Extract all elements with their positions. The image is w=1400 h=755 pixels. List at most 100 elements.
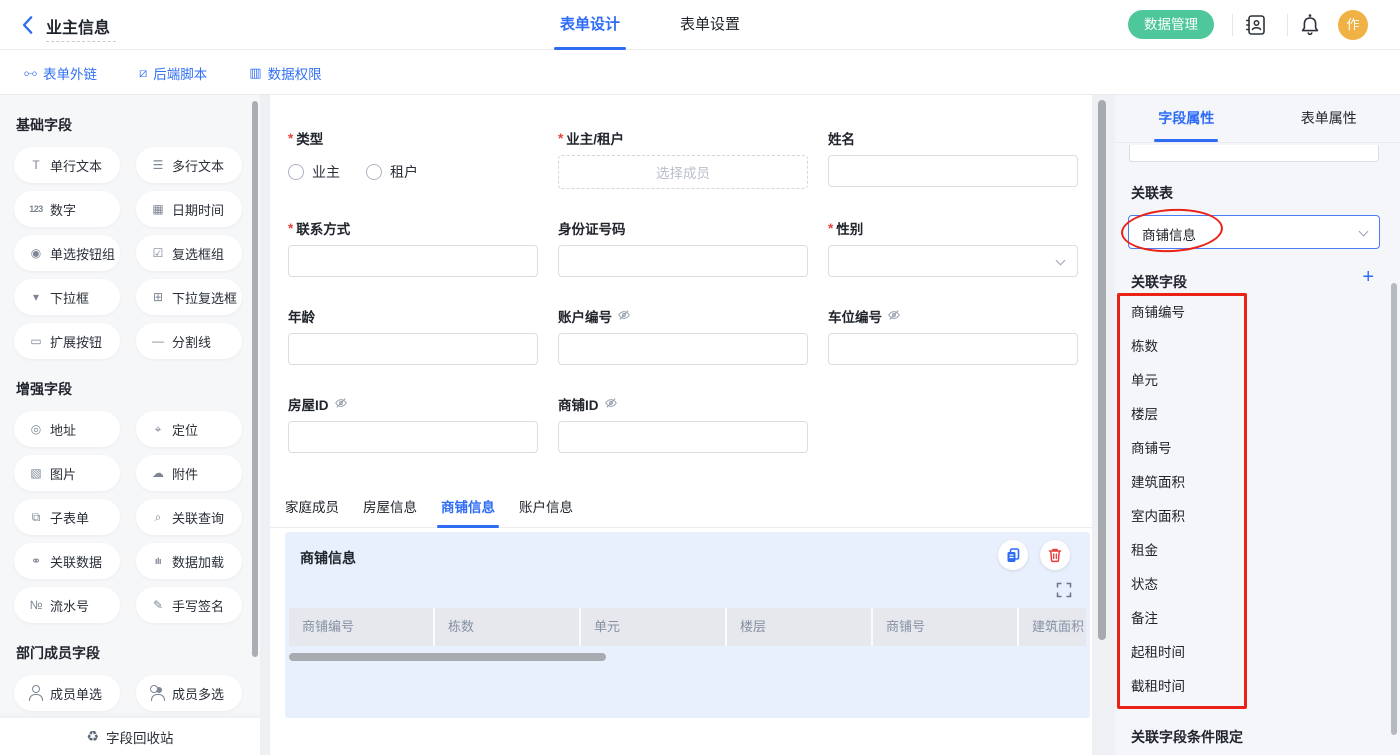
- toolbar-link[interactable]: ⧟ 表单外链: [24, 63, 97, 83]
- related-field-item[interactable]: 商铺号: [1131, 432, 1185, 466]
- field-type-button[interactable]: ◎ 地址: [14, 411, 120, 447]
- field-library-sidebar: 基础字段 T 单行文本 ☰ 多行文本 123 数字 ▦ 日期时间 ◉ 单选按钮组…: [0, 95, 260, 755]
- related-field-item[interactable]: 商铺编号: [1131, 296, 1185, 330]
- field-recycle-bin[interactable]: ♻ 字段回收站: [0, 718, 260, 755]
- form-field[interactable]: *房屋ID: [288, 393, 538, 453]
- form-field[interactable]: *性别: [828, 217, 1078, 277]
- notification-bell-icon[interactable]: [1297, 12, 1323, 38]
- field-label: 业主/租户: [566, 128, 624, 148]
- radio-circle-icon[interactable]: [366, 164, 382, 180]
- field-type-button[interactable]: 123 数字: [14, 191, 120, 227]
- checkbox-group-icon: ☑: [149, 246, 167, 260]
- subform-widget-selected[interactable]: 商铺信息 商铺编号栋数单元楼层商铺号建筑面积: [285, 532, 1090, 718]
- clipped-input-field[interactable]: [1129, 145, 1379, 162]
- text-input[interactable]: [558, 245, 808, 277]
- text-input[interactable]: [288, 333, 538, 365]
- form-field[interactable]: *年龄: [288, 305, 538, 365]
- detail-tab[interactable]: 商铺信息: [441, 495, 495, 528]
- single-line-text-icon: T: [27, 158, 45, 172]
- sidebar-scrollbar[interactable]: [252, 101, 258, 657]
- form-field[interactable]: *车位编号: [828, 305, 1078, 365]
- subform-column-header: 商铺号: [873, 608, 1019, 646]
- related-field-item[interactable]: 状态: [1131, 568, 1185, 602]
- related-field-item[interactable]: 室内面积: [1131, 500, 1185, 534]
- property-panel-scrollbar[interactable]: [1391, 283, 1397, 735]
- delete-widget-button[interactable]: [1040, 540, 1070, 570]
- form-field[interactable]: *类型 业主 租户: [288, 127, 538, 189]
- text-input[interactable]: [828, 333, 1078, 365]
- toolbar-link[interactable]: ▥ 数据权限: [249, 63, 321, 83]
- field-type-button[interactable]: ⊞ 下拉复选框: [136, 279, 242, 315]
- toolbar-link[interactable]: ⧄ 后端脚本: [139, 63, 207, 83]
- form-field[interactable]: *业主/租户 选择成员: [558, 127, 808, 189]
- form-field[interactable]: *商铺ID: [558, 393, 808, 453]
- select-input[interactable]: [828, 245, 1078, 277]
- subform-horizontal-scrollbar[interactable]: [289, 653, 606, 661]
- related-field-item[interactable]: 起租时间: [1131, 636, 1185, 670]
- field-label: 身份证号码: [558, 218, 626, 238]
- contact-book-icon[interactable]: [1243, 12, 1269, 38]
- field-type-button[interactable]: ⧉ 子表单: [14, 499, 120, 535]
- field-type-button[interactable]: ⌕ 关联查询: [136, 499, 242, 535]
- copy-widget-button[interactable]: [998, 540, 1028, 570]
- user-avatar[interactable]: 作: [1338, 10, 1368, 40]
- radio-option[interactable]: 租户: [366, 162, 418, 182]
- sidebar-section: 增强字段 ◎ 地址 ⌖ 定位 ▧ 图片 ☁ 附件 ⧉ 子表单 ⌕ 关联查询 ⚭ …: [14, 379, 246, 623]
- add-related-field-icon[interactable]: +: [1362, 267, 1374, 287]
- field-type-button[interactable]: ☁ 附件: [136, 455, 242, 491]
- related-field-item[interactable]: 备注: [1131, 602, 1185, 636]
- field-type-button[interactable]: ▾ 下拉框: [14, 279, 120, 315]
- detail-tab[interactable]: 家庭成员: [285, 495, 339, 528]
- related-field-item[interactable]: 截租时间: [1131, 670, 1185, 704]
- form-field[interactable]: *账户编号: [558, 305, 808, 365]
- expand-handle-icon[interactable]: [1056, 582, 1072, 598]
- property-tab[interactable]: 字段属性: [1115, 95, 1258, 142]
- text-input[interactable]: [288, 421, 538, 453]
- radio-group[interactable]: 业主 租户: [288, 155, 538, 189]
- field-type-button[interactable]: ⌖ 定位: [136, 411, 242, 447]
- back-icon[interactable]: [18, 14, 40, 36]
- radio-circle-icon[interactable]: [288, 164, 304, 180]
- text-input[interactable]: [558, 421, 808, 453]
- field-type-button[interactable]: ▭ 扩展按钮: [14, 323, 120, 359]
- related-field-item[interactable]: 楼层: [1131, 398, 1185, 432]
- related-table-select[interactable]: 商铺信息: [1128, 215, 1380, 249]
- form-field[interactable]: *姓名: [828, 127, 1078, 189]
- field-type-button[interactable]: 成员单选: [14, 675, 120, 711]
- form-field[interactable]: *身份证号码: [558, 217, 808, 277]
- field-type-button[interactable]: ▧ 图片: [14, 455, 120, 491]
- field-type-button[interactable]: — 分割线: [136, 323, 242, 359]
- radio-option[interactable]: 业主: [288, 162, 340, 182]
- divider-icon: —: [149, 334, 167, 348]
- member-picker[interactable]: 选择成员: [558, 155, 808, 189]
- related-field-item[interactable]: 租金: [1131, 534, 1185, 568]
- field-type-button[interactable]: T 单行文本: [14, 147, 120, 183]
- related-field-item[interactable]: 建筑面积: [1131, 466, 1185, 500]
- related-field-item[interactable]: 栋数: [1131, 330, 1185, 364]
- text-input[interactable]: [558, 333, 808, 365]
- field-type-button[interactable]: ☑ 复选框组: [136, 235, 242, 271]
- property-tab[interactable]: 表单属性: [1258, 95, 1400, 142]
- field-type-button[interactable]: ◉ 单选按钮组: [14, 235, 120, 271]
- detail-tab[interactable]: 账户信息: [519, 495, 573, 528]
- field-type-button[interactable]: ✎ 手写签名: [136, 587, 242, 623]
- text-input[interactable]: [288, 245, 538, 277]
- field-type-button[interactable]: ⚭ 关联数据: [14, 543, 120, 579]
- field-type-button[interactable]: № 流水号: [14, 587, 120, 623]
- member-multi-icon: [149, 685, 167, 701]
- field-type-button[interactable]: ☰ 多行文本: [136, 147, 242, 183]
- detail-tab[interactable]: 房屋信息: [363, 495, 417, 528]
- header-tab-inactive[interactable]: 表单设置: [680, 0, 740, 50]
- field-type-button[interactable]: ılı 数据加载: [136, 543, 242, 579]
- related-field-item[interactable]: 单元: [1131, 364, 1185, 398]
- text-input[interactable]: [828, 155, 1078, 187]
- data-manage-button[interactable]: 数据管理: [1128, 10, 1214, 39]
- field-type-button[interactable]: ▦ 日期时间: [136, 191, 242, 227]
- required-star: *: [288, 131, 293, 146]
- multi-dropdown-icon: ⊞: [149, 290, 167, 304]
- sidebar-section: 基础字段 T 单行文本 ☰ 多行文本 123 数字 ▦ 日期时间 ◉ 单选按钮组…: [14, 115, 246, 359]
- field-type-button[interactable]: 成员多选: [136, 675, 242, 711]
- header-tab-active[interactable]: 表单设计: [560, 0, 620, 50]
- canvas-scrollbar[interactable]: [1098, 100, 1106, 640]
- form-field[interactable]: *联系方式: [288, 217, 538, 277]
